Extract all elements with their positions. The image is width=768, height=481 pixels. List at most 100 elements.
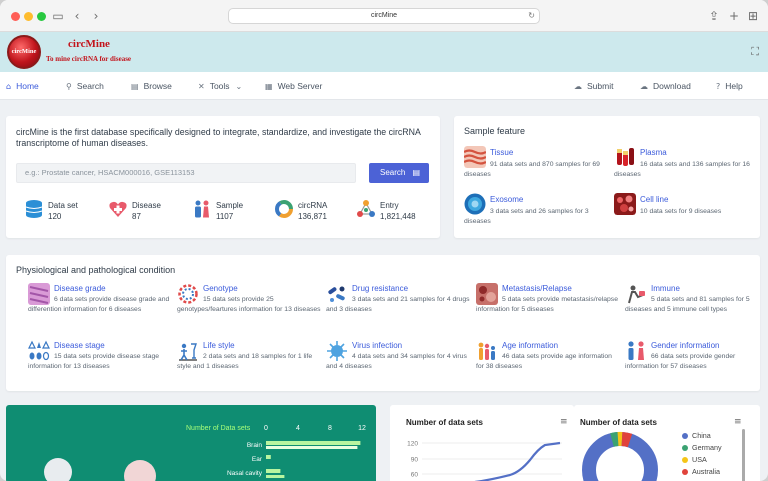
metastasis-desc: 5 data sets provide metastasis/relapse i… bbox=[476, 296, 618, 313]
physio-disease-stage[interactable]: Disease stage 15 data sets provide disea… bbox=[28, 340, 168, 388]
sidebar-toggle-icon[interactable]: ▭ bbox=[50, 8, 66, 24]
stat-disease-value: 87 bbox=[132, 212, 141, 221]
plasma-desc: 16 data sets and 136 samples for 16 dise… bbox=[614, 161, 750, 178]
physio-drug-resistance[interactable]: Drug resistance 3 data sets and 21 sampl… bbox=[326, 283, 470, 331]
nav-tools[interactable]: ✕ Tools ⌄ bbox=[198, 72, 242, 100]
cell-line-desc: 10 data sets for 9 diseases bbox=[640, 208, 722, 215]
nav-home[interactable]: ⌂ Home bbox=[6, 72, 39, 100]
stat-circrna-value: 136,871 bbox=[298, 212, 327, 221]
site-logo[interactable]: circMine bbox=[7, 35, 41, 69]
browse-icon: ▤ bbox=[131, 82, 139, 91]
people-icon bbox=[195, 200, 209, 218]
search-icon: ⚲ bbox=[66, 82, 72, 91]
sample-feature-tissue[interactable]: Tissue 91 data sets and 870 samples for … bbox=[464, 146, 614, 182]
stat-dataset-label: Data set bbox=[48, 201, 78, 210]
disease-grade-desc: 6 data sets provide disease grade and di… bbox=[28, 296, 170, 313]
site-banner: circMine circMine To mine circRNA for di… bbox=[0, 32, 768, 72]
bar-mark[interactable] bbox=[266, 455, 271, 459]
tools-icon: ✕ bbox=[198, 82, 205, 91]
nav-download-label: Download bbox=[653, 81, 691, 91]
immune-link[interactable]: Immune bbox=[651, 284, 680, 293]
bar-mark-secondary[interactable] bbox=[266, 475, 285, 478]
physio-gender-information[interactable]: Gender information 66 data sets provide … bbox=[625, 340, 765, 388]
share-icon[interactable]: ⇪ bbox=[706, 8, 722, 24]
tab-overview-icon[interactable]: ⊞ bbox=[745, 8, 761, 24]
intro-text: circMine is the first database specifica… bbox=[16, 127, 421, 148]
physio-virus-infection[interactable]: Virus infection 4 data sets and 34 sampl… bbox=[326, 340, 467, 388]
close-window-button[interactable] bbox=[11, 12, 20, 21]
gender-information-link[interactable]: Gender information bbox=[651, 341, 719, 350]
disease-grade-link[interactable]: Disease grade bbox=[54, 284, 106, 293]
stat-circrna-label: circRNA bbox=[298, 201, 328, 210]
site-subtitle: To mine circRNA for disease bbox=[46, 55, 132, 63]
reload-icon[interactable]: ↻ bbox=[528, 9, 535, 23]
bar-mark-secondary[interactable] bbox=[266, 446, 358, 449]
bar-mark[interactable] bbox=[266, 441, 361, 445]
tissue-link[interactable]: Tissue bbox=[490, 148, 513, 157]
intro-card: circMine is the first database specifica… bbox=[6, 116, 440, 238]
address-text: circMine bbox=[370, 12, 398, 19]
gender-information-desc: 66 data sets provide gender information … bbox=[625, 353, 736, 370]
nav-search[interactable]: ⚲ Search bbox=[66, 72, 104, 100]
physio-genotype[interactable]: Genotype 15 data sets provide 25 genotyp… bbox=[177, 283, 321, 331]
metastasis-link[interactable]: Metastasis/Relapse bbox=[502, 284, 572, 293]
stat-entry-value: 1,821,448 bbox=[380, 212, 416, 221]
new-tab-icon[interactable]: + bbox=[726, 8, 742, 24]
bar-category-label: Brain bbox=[247, 442, 263, 449]
physio-life-style[interactable]: Life style 2 data sets and 18 samples fo… bbox=[177, 340, 317, 388]
site-title: circMine bbox=[68, 38, 110, 50]
main-nav: ⌂ Home ⚲ Search ▤ Browse ✕ Tools ⌄ ▦ Web Serve… bbox=[0, 72, 768, 100]
cloud-download-icon: ☁ bbox=[640, 82, 648, 91]
circle-ring-icon bbox=[275, 200, 293, 218]
sample-feature-plasma[interactable]: Plasma 16 data sets and 136 samples for … bbox=[614, 146, 764, 182]
age-information-link[interactable]: Age information bbox=[502, 341, 558, 350]
server-icon: ▦ bbox=[265, 82, 273, 91]
fullscreen-icon[interactable]: ⛶ bbox=[751, 45, 759, 59]
exosome-link[interactable]: Exosome bbox=[490, 195, 523, 204]
drug-resistance-desc: 3 data sets and 21 samples for 4 drugs a… bbox=[326, 296, 470, 313]
virus-infection-desc: 4 data sets and 34 samples for 4 virus a… bbox=[326, 353, 467, 370]
bar-mark[interactable] bbox=[266, 469, 281, 473]
browser-toolbar: ▭ ‹ › circMine ↻ ⇪ + ⊞ bbox=[0, 0, 768, 32]
body-map-bar-chart: Number of Data sets 0 4 8 12 Brain Ear Nasal … bbox=[44, 425, 366, 481]
chevron-down-icon: ⌄ bbox=[235, 82, 243, 91]
back-icon[interactable]: ‹ bbox=[69, 8, 85, 24]
nav-browse[interactable]: ▤ Browse bbox=[131, 72, 172, 100]
address-bar[interactable]: circMine ↻ bbox=[228, 8, 540, 24]
virus-infection-link[interactable]: Virus infection bbox=[352, 341, 402, 350]
sample-feature-exosome[interactable]: Exosome 3 data sets and 26 samples for 3… bbox=[464, 193, 614, 229]
disease-stage-link[interactable]: Disease stage bbox=[54, 341, 105, 350]
nav-help[interactable]: ? Help bbox=[716, 72, 743, 100]
line-chart-card: Number of data sets ≡ 120 90 60 bbox=[390, 405, 574, 481]
nav-web-server[interactable]: ▦ Web Server bbox=[265, 72, 322, 100]
stat-dataset-value: 120 bbox=[48, 212, 62, 221]
drug-resistance-link[interactable]: Drug resistance bbox=[352, 284, 408, 293]
nav-download[interactable]: ☁ Download bbox=[640, 72, 691, 100]
bar-xtick-label: 12 bbox=[358, 425, 366, 432]
pie-legend-item[interactable]: Australia bbox=[682, 467, 720, 476]
search-button[interactable]: Search ▤ bbox=[369, 163, 429, 183]
bar-xtick-label: 0 bbox=[264, 425, 268, 432]
nav-home-label: Home bbox=[16, 81, 39, 91]
physio-immune[interactable]: Immune 5 data sets and 81 samples for 5 … bbox=[625, 283, 765, 331]
genotype-link[interactable]: Genotype bbox=[203, 284, 238, 293]
physio-disease-grade[interactable]: Disease grade 6 data sets provide diseas… bbox=[28, 283, 169, 331]
search-input[interactable]: e.g.: Prostate cancer, HSACM000016, GSE1… bbox=[16, 163, 356, 183]
document-icon: ▤ bbox=[412, 168, 420, 177]
nav-browse-label: Browse bbox=[143, 81, 172, 91]
zoom-window-button[interactable] bbox=[37, 12, 46, 21]
plasma-link[interactable]: Plasma bbox=[640, 148, 667, 157]
pie-legend-item[interactable]: China bbox=[682, 431, 711, 440]
sample-feature-cell-line[interactable]: Cell line 10 data sets for 9 diseases bbox=[614, 193, 764, 229]
physio-metastasis[interactable]: Metastasis/Relapse 5 data sets provide m… bbox=[476, 283, 618, 331]
pie-chart-card: Number of data sets ≡ China Germany USA Aus… bbox=[574, 405, 760, 481]
pie-legend-item[interactable]: Germany bbox=[682, 443, 722, 452]
life-style-link[interactable]: Life style bbox=[203, 341, 235, 350]
physio-age-information[interactable]: Age information 46 data sets provide age… bbox=[476, 340, 616, 388]
pie-legend-item[interactable]: USA bbox=[682, 455, 707, 464]
minimize-window-button[interactable] bbox=[24, 12, 33, 21]
cell-line-link[interactable]: Cell line bbox=[640, 195, 668, 204]
forward-icon[interactable]: › bbox=[88, 8, 104, 24]
pie-legend-scrollbar[interactable] bbox=[742, 429, 745, 481]
nav-submit[interactable]: ☁ Submit bbox=[574, 72, 613, 100]
